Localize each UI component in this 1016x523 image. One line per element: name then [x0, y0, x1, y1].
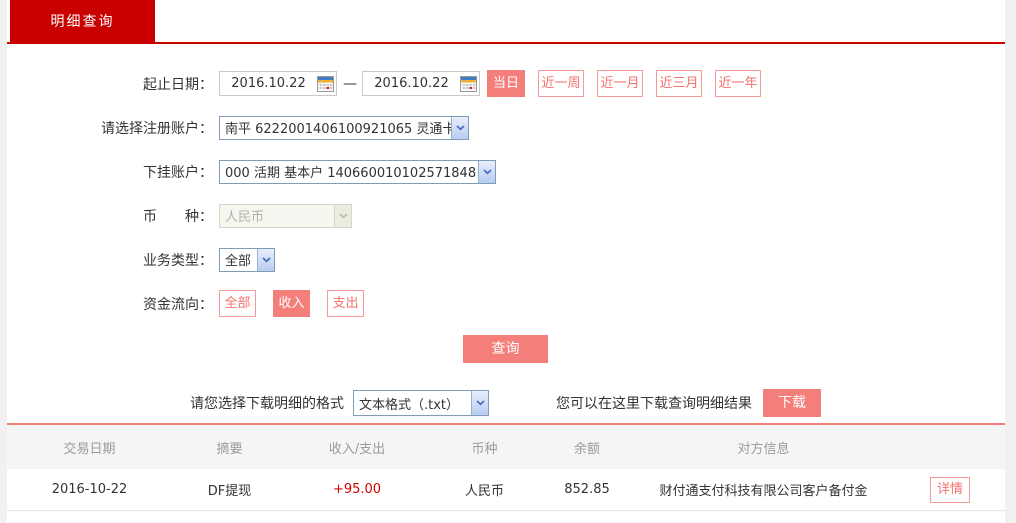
- fund-direction-label: 资金流向：: [143, 296, 213, 313]
- calendar-icon[interactable]: [317, 75, 334, 92]
- download-format-value: 文本格式（.txt）: [359, 397, 460, 413]
- sub-account-select[interactable]: 000 活期 基本户 140660010102571848: [219, 159, 496, 184]
- end-date-input[interactable]: [363, 76, 460, 91]
- tab-detail-query[interactable]: 明细查询: [10, 0, 155, 44]
- cell-balance: 852.85: [564, 482, 610, 497]
- header-trade-date: 交易日期: [63, 441, 116, 457]
- cell-summary: DF提现: [207, 484, 252, 499]
- table-row: 2016-10-22 DF提现 +95.00 人民币 852.85 财付通支付科…: [7, 469, 1005, 511]
- business-type-label: 业务类型：: [143, 252, 213, 269]
- currency-row: 币 种： 人民币: [7, 202, 1005, 229]
- sub-account-row: 下挂账户： 000 活期 基本户 140660010102571848: [7, 158, 1005, 185]
- register-account-row: 请选择注册账户： 南平 6222001406100921065 灵通卡: [7, 114, 1005, 141]
- chevron-down-icon: [451, 116, 468, 139]
- detail-button[interactable]: 详情: [930, 476, 970, 503]
- business-type-select[interactable]: 全部: [219, 247, 275, 272]
- header-counterparty: 对方信息: [737, 441, 790, 457]
- main-panel: 明细查询 起止日期： 2016.10.22 — 2016.10.22 当日 近一…: [7, 0, 1005, 523]
- fund-direction-income-button[interactable]: 收入: [273, 290, 310, 317]
- chevron-down-icon: [471, 391, 488, 415]
- end-date-field[interactable]: [362, 71, 480, 96]
- business-type-value: 全部: [225, 254, 252, 269]
- sub-account-value: 000 活期 基本户 140660010102571848: [225, 166, 477, 181]
- tab-bar: 明细查询: [7, 0, 1005, 44]
- business-type-row: 业务类型： 全部: [7, 246, 1005, 273]
- header-income-expense: 收入/支出: [328, 441, 386, 457]
- start-date-field[interactable]: [219, 71, 337, 96]
- date-range-row: 起止日期： 2016.10.22 — 2016.10.22 当日 近一周 近一月…: [7, 70, 1005, 97]
- sub-account-label: 下挂账户：: [143, 164, 213, 181]
- date-separator: —: [343, 75, 357, 92]
- query-form: 起止日期： 2016.10.22 — 2016.10.22 当日 近一周 近一月…: [7, 44, 1005, 417]
- result-table: 交易日期 摘要 收入/支出 币种 余额 对方信息 2016-10-22 DF提现…: [7, 423, 1005, 511]
- download-format-label: 请您选择下载明细的格式: [190, 396, 344, 412]
- quick-range-week-button[interactable]: 近一周: [538, 70, 584, 97]
- currency-label: 币 种：: [143, 208, 213, 225]
- fund-direction-row: 资金流向： 全部 收入 支出: [7, 290, 1005, 317]
- cell-trade-date: 2016-10-22: [51, 482, 128, 497]
- quick-range-quarter-button[interactable]: 近三月: [656, 70, 702, 97]
- currency-select: 人民币: [219, 203, 352, 228]
- header-balance: 余额: [573, 441, 600, 457]
- header-summary: 摘要: [216, 441, 243, 457]
- query-button[interactable]: 查询: [463, 335, 548, 363]
- quick-range-month-button[interactable]: 近一月: [597, 70, 643, 97]
- register-account-label: 请选择注册账户：: [101, 120, 213, 137]
- download-button[interactable]: 下载: [763, 389, 821, 417]
- download-row: 请您选择下载明细的格式 文本格式（.txt） 您可以在这里下载查询明细结果 下载: [7, 389, 1005, 417]
- cell-currency: 人民币: [464, 484, 504, 499]
- download-format-select[interactable]: 文本格式（.txt）: [353, 390, 489, 416]
- calendar-icon[interactable]: [460, 75, 477, 92]
- chevron-down-icon: [257, 248, 274, 271]
- download-hint: 您可以在这里下载查询明细结果: [556, 396, 752, 412]
- quick-range-today-button[interactable]: 当日: [487, 70, 525, 97]
- register-account-select[interactable]: 南平 6222001406100921065 灵通卡: [219, 115, 469, 140]
- query-button-row: 查询: [7, 335, 1005, 363]
- table-header-row: 交易日期 摘要 收入/支出 币种 余额 对方信息: [7, 425, 1005, 469]
- header-currency: 币种: [471, 441, 498, 457]
- fund-direction-expense-button[interactable]: 支出: [327, 290, 364, 317]
- cell-amount: +95.00: [332, 482, 382, 497]
- cell-counterparty: 财付通支付科技有限公司客户备付金: [659, 484, 868, 499]
- quick-range-year-button[interactable]: 近一年: [715, 70, 761, 97]
- start-date-input[interactable]: [220, 76, 317, 91]
- currency-value: 人民币: [225, 210, 265, 225]
- date-range-label: 起止日期：: [143, 76, 213, 93]
- chevron-down-icon: [478, 160, 495, 183]
- cell-action: 详情: [895, 476, 1005, 503]
- fund-direction-all-button[interactable]: 全部: [219, 290, 256, 317]
- register-account-value: 南平 6222001406100921065 灵通卡: [225, 122, 451, 137]
- chevron-down-icon: [334, 204, 351, 227]
